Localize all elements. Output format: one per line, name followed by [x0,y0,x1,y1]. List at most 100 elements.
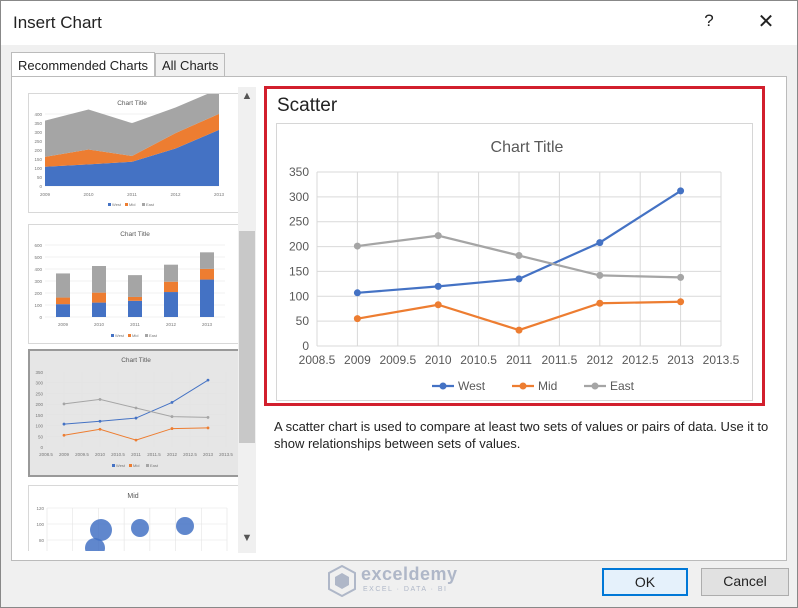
thumbnail-title: Mid [127,493,138,500]
thumbnail-y-tick: 0 [40,445,43,450]
x-tick-label: 2012.5 [622,353,659,367]
tab-panel: Chart Title 400 350 300 250 200 150 100 50 0 2009 2… [11,76,787,561]
thumbnail-stacked-column[interactable]: Chart Title 600 500 400 300 200 100 0 2009 2010 20… [28,224,243,344]
thumbnail-x-tick: 2011 [130,322,140,327]
thumbnail-bar-mid [56,297,70,305]
tab-all-charts[interactable]: All Charts [155,53,226,77]
thumbnail-point-east [98,398,102,401]
thumbnail-title: Chart Title [117,100,147,107]
data-point-mid [677,298,685,306]
thumbnail-y-tick: 50 [38,434,44,439]
thumbnail-legend-label: Mid [129,202,135,207]
thumbnail-y-tick: 200 [35,402,43,407]
thumbnail-y-tick: 400 [34,112,42,117]
thumbnail-bar-west [92,302,106,317]
y-tick-label: 350 [289,165,309,179]
data-point-east [515,252,523,260]
data-point-mid [434,301,442,309]
thumbnail-y-tick: 200 [34,148,42,153]
y-tick-label: 0 [302,339,309,353]
thumbnail-legend-swatch [146,464,149,467]
y-tick-label: 300 [289,190,309,204]
dialog-title: Insert Chart [13,13,102,32]
thumbnail-x-tick: 2009.5 [75,452,89,457]
thumbnail-bar-east [128,275,142,297]
thumbnail-x-tick: 2009 [59,452,70,457]
watermark-name: exceldemy [361,564,458,584]
thumbnail-point-west [170,401,174,404]
cancel-button[interactable]: Cancel [701,568,789,596]
thumbnail-point-west [98,419,102,423]
data-point-east [677,273,685,281]
x-tick-label: 2013 [667,353,694,367]
scatter-thumbnail-chart: Chart Title 350 300 250 200 150 100 50 0 2008.5 20… [35,357,233,468]
thumbnail-x-tick: 2012 [166,322,177,327]
legend-marker-west [439,382,447,390]
thumbnail-x-tick: 2010 [83,192,94,197]
legend-marker-mid [519,382,527,390]
thumbnail-y-tick: 50 [37,175,43,180]
thumbnail-legend-swatch [128,334,131,337]
chart-type-label: Scatter [277,95,338,116]
thumbnail-x-tick: 2013 [214,192,225,197]
x-tick-label: 2010.5 [460,353,497,367]
tab-recommended-charts[interactable]: Recommended Charts [11,52,156,77]
y-tick-label: 250 [289,215,309,229]
thumbnail-legend-label: Mid [133,463,139,468]
y-tick-label: 50 [296,314,310,328]
thumbnail-x-tick: 2013.5 [219,452,233,457]
thumbnail-y-tick: 100 [36,522,44,527]
thumbnail-y-tick: 80 [39,538,45,543]
legend-label-west: West [458,379,486,393]
ok-button[interactable]: OK [602,568,688,596]
legend-label-east: East [610,379,635,393]
thumbnail-point-mid [62,433,66,437]
x-tick-label: 2009.5 [379,353,416,367]
thumbnail-y-tick: 250 [34,139,42,144]
title-bar: Insert Chart ? ✕ [1,1,797,45]
scrollbar-thumb[interactable] [239,231,255,443]
thumbnail-y-tick: 350 [34,121,42,126]
thumbnail-title: Chart Title [121,357,151,364]
thumbnail-bar-west [200,279,214,317]
thumbnail-title: Chart Title [120,231,150,238]
thumbnail-x-tick: 2011 [127,192,137,197]
legend-label-mid: Mid [538,379,557,393]
close-button[interactable]: ✕ [753,9,779,37]
x-tick-label: 2011.5 [541,353,577,367]
thumbnail-x-tick: 2009 [58,322,69,327]
thumbnail-bar-mid [128,296,142,301]
thumbnail-legend-swatch [125,203,128,206]
data-point-east [353,242,361,250]
thumbnail-stacked-area[interactable]: Chart Title 400 350 300 250 200 150 100 50 0 2009 2… [28,93,243,213]
thumbnail-bar-west [164,292,178,317]
thumbnail-scatter[interactable]: Chart Title 350 300 250 200 150 100 50 0 2008.5 20… [28,349,243,477]
thumbnail-x-tick: 2012 [170,192,181,197]
thumbnail-legend-swatch [112,464,115,467]
thumbnail-legend-label: West [112,202,122,207]
thumbnail-scrollbar[interactable]: ▲ ▼ [238,87,256,553]
thumbnail-point-mid [134,438,138,442]
scroll-up-arrow-icon[interactable]: ▲ [238,87,256,105]
thumbnail-x-tick: 2010.5 [111,452,125,457]
thumbnail-y-tick: 150 [35,413,43,418]
thumbnail-legend-label: East [149,333,158,338]
help-button[interactable]: ? [699,11,719,35]
scatter-preview-chart: Chart Title 0 50 100 150 200 250 300 350 2008.5 20… [289,139,740,393]
thumbnail-x-tick: 2012.5 [183,452,197,457]
x-tick-label: 2010 [425,353,452,367]
data-point-east [596,271,604,279]
scroll-down-arrow-icon[interactable]: ▼ [238,529,256,547]
legend-marker-east [591,382,599,390]
preview-chart-frame: Chart Title 0 50 100 150 200 250 300 350 2008.5 20… [276,123,753,401]
thumbnail-bubble[interactable]: Mid1201008060 [28,485,243,551]
thumbnail-y-tick: 150 [34,157,42,162]
thumbnail-bar-west [56,304,70,317]
x-tick-label: 2012 [586,353,613,367]
thumbnail-bar-mid [164,281,178,293]
thumbnail-bar-east [92,266,106,293]
thumbnail-bar-east [56,273,70,298]
thumbnail-point-west [62,422,66,426]
thumbnail-x-tick: 2011.5 [147,452,161,457]
bubble-thumbnail-chart: Mid1201008060 [36,493,228,551]
